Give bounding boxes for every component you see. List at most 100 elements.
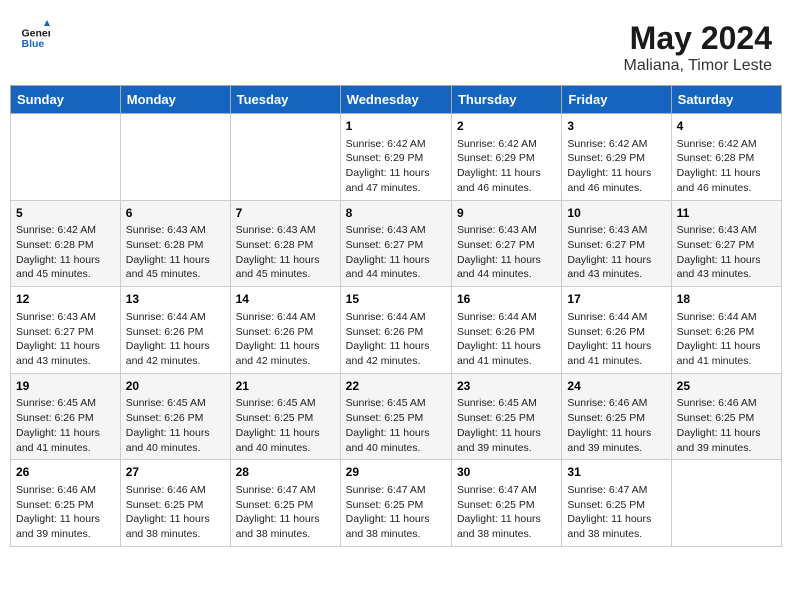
calendar-cell: 11Sunrise: 6:43 AMSunset: 6:27 PMDayligh… xyxy=(671,200,781,287)
calendar-cell: 1 Sunrise: 6:42 AMSunset: 6:29 PMDaylight… xyxy=(340,114,451,201)
day-info: Sunrise: 6:43 AMSunset: 6:28 PMDaylight:… xyxy=(126,223,225,282)
day-info: Sunrise: 6:43 AMSunset: 6:27 PMDaylight:… xyxy=(16,310,115,369)
calendar-week-1: 1 Sunrise: 6:42 AMSunset: 6:29 PMDaylight… xyxy=(11,114,782,201)
calendar-week-5: 26 Sunrise: 6:46 AMSunset: 6:25 PMDayligh… xyxy=(11,460,782,547)
calendar-cell xyxy=(120,114,230,201)
day-number: 29 xyxy=(346,464,446,481)
day-info: Sunrise: 6:47 AMSunset: 6:25 PMDaylight:… xyxy=(457,483,556,542)
calendar-cell: 4Sunrise: 6:42 AMSunset: 6:28 PMDaylight… xyxy=(671,114,781,201)
day-info: Sunrise: 6:44 AMSunset: 6:26 PMDaylight:… xyxy=(677,310,776,369)
day-number: 16 xyxy=(457,291,556,308)
day-number: 17 xyxy=(567,291,665,308)
day-info: Sunrise: 6:43 AMSunset: 6:27 PMDaylight:… xyxy=(677,223,776,282)
day-info: Sunrise: 6:45 AMSunset: 6:26 PMDaylight:… xyxy=(16,396,115,455)
day-number: 24 xyxy=(567,378,665,395)
day-number: 23 xyxy=(457,378,556,395)
day-info: Sunrise: 6:43 AMSunset: 6:28 PMDaylight:… xyxy=(236,223,335,282)
day-info: Sunrise: 6:47 AMSunset: 6:25 PMDaylight:… xyxy=(346,483,446,542)
calendar-cell: 16 Sunrise: 6:44 AMSunset: 6:26 PMDayligh… xyxy=(451,287,561,374)
day-number: 19 xyxy=(16,378,115,395)
day-number: 9 xyxy=(457,205,556,222)
calendar-cell: 10Sunrise: 6:43 AMSunset: 6:27 PMDayligh… xyxy=(562,200,671,287)
calendar-cell: 14 Sunrise: 6:44 AMSunset: 6:26 PMDayligh… xyxy=(230,287,340,374)
col-header-tuesday: Tuesday xyxy=(230,86,340,114)
page-header: General Blue May 2024 Maliana, Timor Les… xyxy=(10,10,782,80)
calendar-cell: 8Sunrise: 6:43 AMSunset: 6:27 PMDaylight… xyxy=(340,200,451,287)
calendar-cell: 27 Sunrise: 6:46 AMSunset: 6:25 PMDayligh… xyxy=(120,460,230,547)
calendar-cell xyxy=(11,114,121,201)
day-number: 30 xyxy=(457,464,556,481)
calendar-cell: 26 Sunrise: 6:46 AMSunset: 6:25 PMDayligh… xyxy=(11,460,121,547)
col-header-saturday: Saturday xyxy=(671,86,781,114)
day-info: Sunrise: 6:44 AMSunset: 6:26 PMDaylight:… xyxy=(457,310,556,369)
calendar-cell: 15Sunrise: 6:44 AMSunset: 6:26 PMDayligh… xyxy=(340,287,451,374)
calendar-week-2: 5Sunrise: 6:42 AMSunset: 6:28 PMDaylight… xyxy=(11,200,782,287)
title-block: May 2024 Maliana, Timor Leste xyxy=(623,20,772,75)
day-info: Sunrise: 6:43 AMSunset: 6:27 PMDaylight:… xyxy=(457,223,556,282)
day-info: Sunrise: 6:45 AMSunset: 6:25 PMDaylight:… xyxy=(236,396,335,455)
col-header-wednesday: Wednesday xyxy=(340,86,451,114)
calendar-cell: 28Sunrise: 6:47 AMSunset: 6:25 PMDayligh… xyxy=(230,460,340,547)
day-info: Sunrise: 6:45 AMSunset: 6:25 PMDaylight:… xyxy=(346,396,446,455)
day-number: 3 xyxy=(567,118,665,135)
day-number: 25 xyxy=(677,378,776,395)
day-number: 6 xyxy=(126,205,225,222)
day-number: 14 xyxy=(236,291,335,308)
day-number: 10 xyxy=(567,205,665,222)
day-info: Sunrise: 6:47 AMSunset: 6:25 PMDaylight:… xyxy=(567,483,665,542)
calendar-cell xyxy=(230,114,340,201)
calendar-cell: 22Sunrise: 6:45 AMSunset: 6:25 PMDayligh… xyxy=(340,373,451,460)
day-info: Sunrise: 6:44 AMSunset: 6:26 PMDaylight:… xyxy=(346,310,446,369)
day-info: Sunrise: 6:47 AMSunset: 6:25 PMDaylight:… xyxy=(236,483,335,542)
svg-text:Blue: Blue xyxy=(22,38,45,50)
calendar-cell: 23Sunrise: 6:45 AMSunset: 6:25 PMDayligh… xyxy=(451,373,561,460)
day-number: 21 xyxy=(236,378,335,395)
col-header-thursday: Thursday xyxy=(451,86,561,114)
day-number: 12 xyxy=(16,291,115,308)
day-number: 11 xyxy=(677,205,776,222)
calendar-cell: 30 Sunrise: 6:47 AMSunset: 6:25 PMDayligh… xyxy=(451,460,561,547)
day-info: Sunrise: 6:45 AMSunset: 6:26 PMDaylight:… xyxy=(126,396,225,455)
calendar-cell: 17Sunrise: 6:44 AMSunset: 6:26 PMDayligh… xyxy=(562,287,671,374)
day-number: 22 xyxy=(346,378,446,395)
day-number: 20 xyxy=(126,378,225,395)
calendar-cell: 3 Sunrise: 6:42 AMSunset: 6:29 PMDaylight… xyxy=(562,114,671,201)
day-number: 31 xyxy=(567,464,665,481)
day-info: Sunrise: 6:45 AMSunset: 6:25 PMDaylight:… xyxy=(457,396,556,455)
logo-icon: General Blue xyxy=(20,20,50,50)
day-info: Sunrise: 6:42 AMSunset: 6:28 PMDaylight:… xyxy=(16,223,115,282)
day-number: 2 xyxy=(457,118,556,135)
calendar-cell: 21Sunrise: 6:45 AMSunset: 6:25 PMDayligh… xyxy=(230,373,340,460)
day-info: Sunrise: 6:42 AMSunset: 6:29 PMDaylight:… xyxy=(346,137,446,196)
calendar-week-3: 12 Sunrise: 6:43 AMSunset: 6:27 PMDayligh… xyxy=(11,287,782,374)
day-info: Sunrise: 6:46 AMSunset: 6:25 PMDaylight:… xyxy=(16,483,115,542)
calendar-cell: 7Sunrise: 6:43 AMSunset: 6:28 PMDaylight… xyxy=(230,200,340,287)
day-info: Sunrise: 6:42 AMSunset: 6:29 PMDaylight:… xyxy=(567,137,665,196)
day-info: Sunrise: 6:46 AMSunset: 6:25 PMDaylight:… xyxy=(126,483,225,542)
day-number: 18 xyxy=(677,291,776,308)
calendar-week-4: 19Sunrise: 6:45 AMSunset: 6:26 PMDayligh… xyxy=(11,373,782,460)
day-number: 4 xyxy=(677,118,776,135)
day-info: Sunrise: 6:44 AMSunset: 6:26 PMDaylight:… xyxy=(236,310,335,369)
calendar-cell xyxy=(671,460,781,547)
day-number: 27 xyxy=(126,464,225,481)
day-info: Sunrise: 6:46 AMSunset: 6:25 PMDaylight:… xyxy=(677,396,776,455)
calendar-header-row: SundayMondayTuesdayWednesdayThursdayFrid… xyxy=(11,86,782,114)
col-header-friday: Friday xyxy=(562,86,671,114)
calendar-cell: 9Sunrise: 6:43 AMSunset: 6:27 PMDaylight… xyxy=(451,200,561,287)
day-info: Sunrise: 6:44 AMSunset: 6:26 PMDaylight:… xyxy=(126,310,225,369)
day-number: 26 xyxy=(16,464,115,481)
day-info: Sunrise: 6:42 AMSunset: 6:29 PMDaylight:… xyxy=(457,137,556,196)
calendar-cell: 25Sunrise: 6:46 AMSunset: 6:25 PMDayligh… xyxy=(671,373,781,460)
day-number: 8 xyxy=(346,205,446,222)
day-info: Sunrise: 6:46 AMSunset: 6:25 PMDaylight:… xyxy=(567,396,665,455)
calendar-cell: 24Sunrise: 6:46 AMSunset: 6:25 PMDayligh… xyxy=(562,373,671,460)
day-info: Sunrise: 6:43 AMSunset: 6:27 PMDaylight:… xyxy=(346,223,446,282)
calendar-cell: 29 Sunrise: 6:47 AMSunset: 6:25 PMDayligh… xyxy=(340,460,451,547)
calendar-cell: 19Sunrise: 6:45 AMSunset: 6:26 PMDayligh… xyxy=(11,373,121,460)
logo: General Blue xyxy=(20,20,50,50)
calendar-table: SundayMondayTuesdayWednesdayThursdayFrid… xyxy=(10,85,782,547)
day-number: 1 xyxy=(346,118,446,135)
calendar-cell: 2 Sunrise: 6:42 AMSunset: 6:29 PMDaylight… xyxy=(451,114,561,201)
day-number: 5 xyxy=(16,205,115,222)
